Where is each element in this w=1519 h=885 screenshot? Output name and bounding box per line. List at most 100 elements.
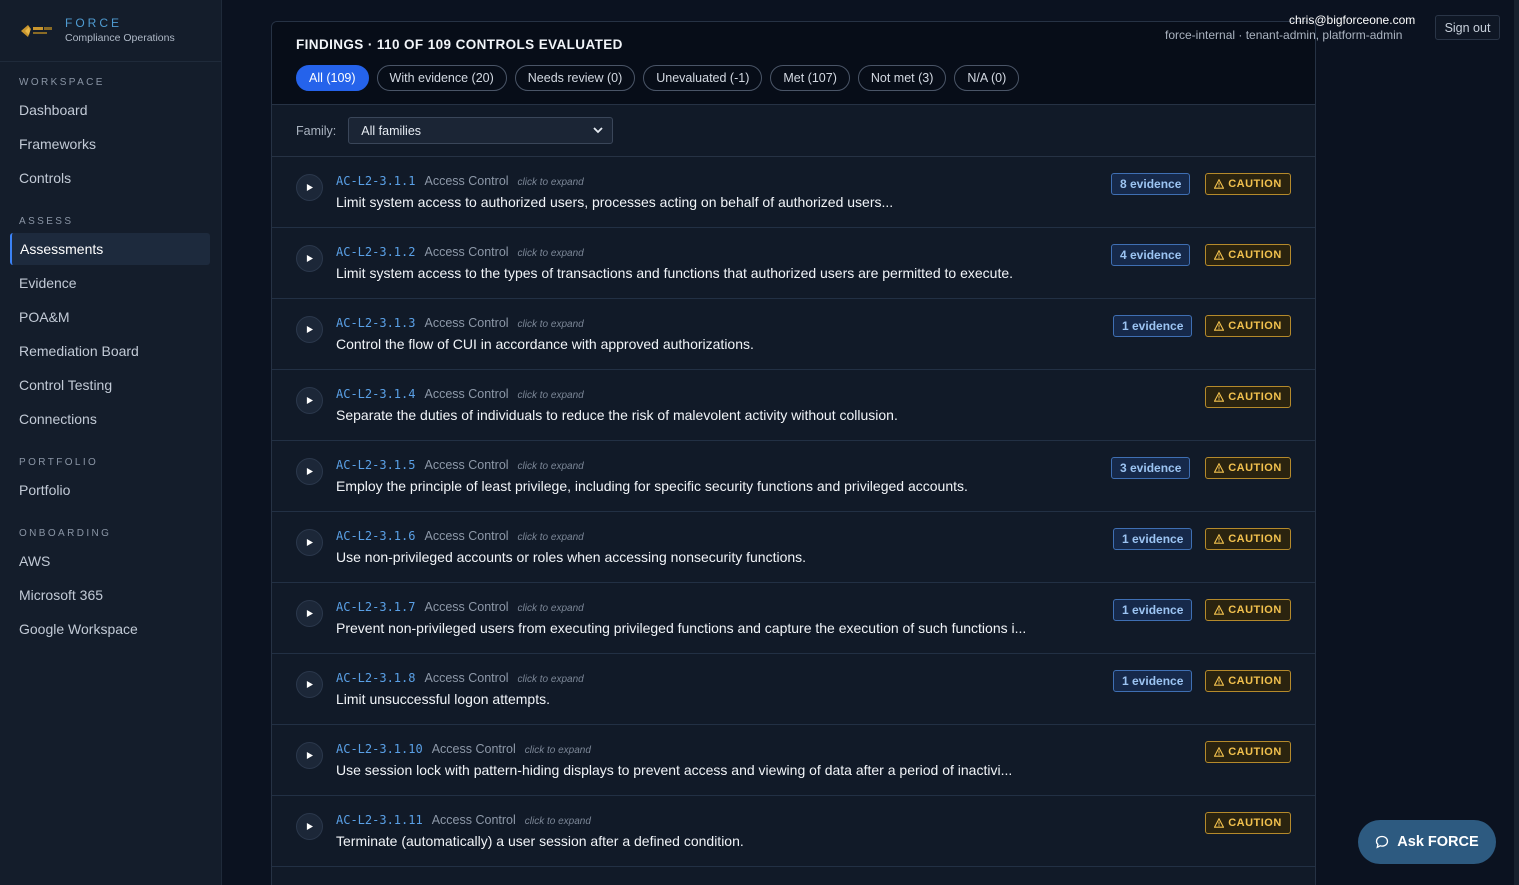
control-id[interactable]: AC-L2-3.1.1 — [336, 174, 415, 188]
expand-play-icon[interactable] — [296, 174, 323, 201]
status-label: CAUTION — [1228, 604, 1282, 616]
status-label: CAUTION — [1228, 320, 1282, 332]
sidebar-item-portfolio[interactable]: Portfolio — [10, 474, 210, 506]
expand-hint: click to expand — [517, 248, 584, 259]
user-email: chris@bigforceone.com — [1289, 13, 1416, 27]
evidence-count-badge[interactable]: 1 evidence — [1113, 670, 1193, 692]
sidebar-item-connections[interactable]: Connections — [10, 403, 210, 435]
control-id[interactable]: AC-L2-3.1.6 — [336, 529, 415, 543]
control-id[interactable]: AC-L2-3.1.8 — [336, 671, 415, 685]
expand-play-icon[interactable] — [296, 742, 323, 769]
control-id[interactable]: AC-L2-3.1.10 — [336, 742, 423, 756]
control-description: Terminate (automatically) a user session… — [336, 833, 744, 849]
control-id[interactable]: AC-L2-3.1.5 — [336, 458, 415, 472]
control-id[interactable]: AC-L2-3.1.2 — [336, 245, 415, 259]
expand-hint: click to expand — [517, 603, 584, 614]
sidebar-item-control-testing[interactable]: Control Testing — [10, 369, 210, 401]
warning-icon — [1214, 534, 1225, 544]
status-label: CAUTION — [1228, 533, 1282, 545]
expand-play-icon[interactable] — [296, 529, 323, 556]
expand-play-icon[interactable] — [296, 600, 323, 627]
status-label: CAUTION — [1228, 249, 1282, 261]
sidebar-item-aws[interactable]: AWS — [10, 545, 210, 577]
sidebar-item-assessments[interactable]: Assessments — [10, 233, 210, 265]
sidebar-item-dashboard[interactable]: Dashboard — [10, 94, 210, 126]
expand-hint: click to expand — [524, 816, 591, 827]
family-filter-row: Family: All families — [272, 105, 1315, 157]
sidebar-item-evidence[interactable]: Evidence — [10, 267, 210, 299]
filter-unevaluated[interactable]: Unevaluated (-1) — [643, 65, 763, 91]
filter-with-evidence[interactable]: With evidence (20) — [376, 65, 507, 91]
filter-na[interactable]: N/A (0) — [954, 65, 1020, 91]
control-description: Limit system access to authorized users,… — [336, 194, 894, 210]
evidence-count-badge[interactable]: 8 evidence — [1111, 173, 1191, 195]
finding-row[interactable]: AC-L2-3.1.11 Access Control click to expan… — [272, 796, 1315, 867]
control-id[interactable]: AC-L2-3.1.3 — [336, 316, 415, 330]
control-description: Use session lock with pattern-hiding dis… — [336, 762, 1013, 778]
control-description: Use non-privileged accounts or roles whe… — [336, 549, 807, 565]
finding-row[interactable]: AC-L2-3.1.10 Access Control click to expan… — [272, 725, 1315, 796]
filter-not-met[interactable]: Not met (3) — [857, 65, 947, 91]
evidence-count-badge[interactable]: 3 evidence — [1111, 457, 1191, 479]
status-badge: CAUTION — [1205, 386, 1291, 408]
filter-met[interactable]: Met (107) — [770, 65, 850, 91]
finding-row[interactable]: AC-L2-3.1.1 Access Control click to expand… — [272, 157, 1315, 228]
control-family: Access Control — [424, 529, 509, 543]
expand-play-icon[interactable] — [296, 316, 323, 343]
filter-all[interactable]: All (109) — [296, 65, 369, 91]
sidebar-item-google-workspace[interactable]: Google Workspace — [10, 613, 210, 645]
control-family: Access Control — [424, 316, 509, 330]
findings-list: AC-L2-3.1.1 Access Control click to expand… — [272, 157, 1315, 867]
ask-force-button[interactable]: Ask FORCE — [1358, 820, 1496, 864]
control-id[interactable]: AC-L2-3.1.7 — [336, 600, 415, 614]
nav-section-assess: ASSESS — [19, 216, 74, 227]
status-badge: CAUTION — [1205, 244, 1291, 266]
evidence-count-badge[interactable]: 1 evidence — [1113, 599, 1193, 621]
expand-play-icon[interactable] — [296, 458, 323, 485]
sidebar-item-remediation-board[interactable]: Remediation Board — [10, 335, 210, 367]
sidebar-item-frameworks[interactable]: Frameworks — [10, 128, 210, 160]
status-badge: CAUTION — [1205, 812, 1291, 834]
sign-out-button[interactable]: Sign out — [1435, 15, 1500, 40]
finding-row[interactable]: AC-L2-3.1.6 Access Control click to expand… — [272, 512, 1315, 583]
warning-icon — [1214, 818, 1225, 828]
warning-icon — [1214, 179, 1225, 189]
sidebar-item-controls[interactable]: Controls — [10, 162, 210, 194]
status-label: CAUTION — [1228, 817, 1282, 829]
warning-icon — [1214, 747, 1225, 757]
control-id[interactable]: AC-L2-3.1.4 — [336, 387, 415, 401]
finding-row[interactable]: AC-L2-3.1.7 Access Control click to expand… — [272, 583, 1315, 654]
warning-icon — [1214, 463, 1225, 473]
expand-play-icon[interactable] — [296, 387, 323, 414]
sidebar-item-poam[interactable]: POA&M — [10, 301, 210, 333]
finding-row[interactable]: AC-L2-3.1.5 Access Control click to expand… — [272, 441, 1315, 512]
finding-row[interactable]: AC-L2-3.1.8 Access Control click to expand… — [272, 654, 1315, 725]
expand-hint: click to expand — [517, 319, 584, 330]
finding-row[interactable]: AC-L2-3.1.2 Access Control click to expand… — [272, 228, 1315, 299]
force-logo-icon — [19, 21, 55, 41]
warning-icon — [1214, 250, 1225, 260]
control-id[interactable]: AC-L2-3.1.11 — [336, 813, 423, 827]
window-edge — [1514, 0, 1519, 885]
finding-row[interactable]: AC-L2-3.1.4 Access Control click to expand… — [272, 370, 1315, 441]
expand-hint: click to expand — [517, 674, 584, 685]
expand-play-icon[interactable] — [296, 245, 323, 272]
control-description: Limit system access to the types of tran… — [336, 265, 1014, 281]
family-select[interactable]: All families — [348, 117, 614, 144]
brand-name: FORCE — [65, 16, 122, 30]
evidence-count-badge[interactable]: 1 evidence — [1113, 315, 1193, 337]
expand-play-icon[interactable] — [296, 671, 323, 698]
nav-section-workspace: WORKSPACE — [19, 77, 105, 88]
control-description: Limit unsuccessful logon attempts. — [336, 691, 550, 707]
brand[interactable]: FORCE Compliance Operations — [0, 0, 221, 62]
status-label: CAUTION — [1228, 746, 1282, 758]
finding-row[interactable]: AC-L2-3.1.3 Access Control click to expand… — [272, 299, 1315, 370]
evidence-count-badge[interactable]: 4 evidence — [1111, 244, 1191, 266]
ask-force-label: Ask FORCE — [1397, 834, 1479, 850]
filter-needs-review[interactable]: Needs review (0) — [514, 65, 636, 91]
expand-play-icon[interactable] — [296, 813, 323, 840]
evidence-count-badge[interactable]: 1 evidence — [1113, 528, 1193, 550]
sidebar-item-microsoft-365[interactable]: Microsoft 365 — [10, 579, 210, 611]
filter-pills: All (109) With evidence (20) Needs revie… — [296, 65, 1315, 91]
status-label: CAUTION — [1228, 178, 1282, 190]
